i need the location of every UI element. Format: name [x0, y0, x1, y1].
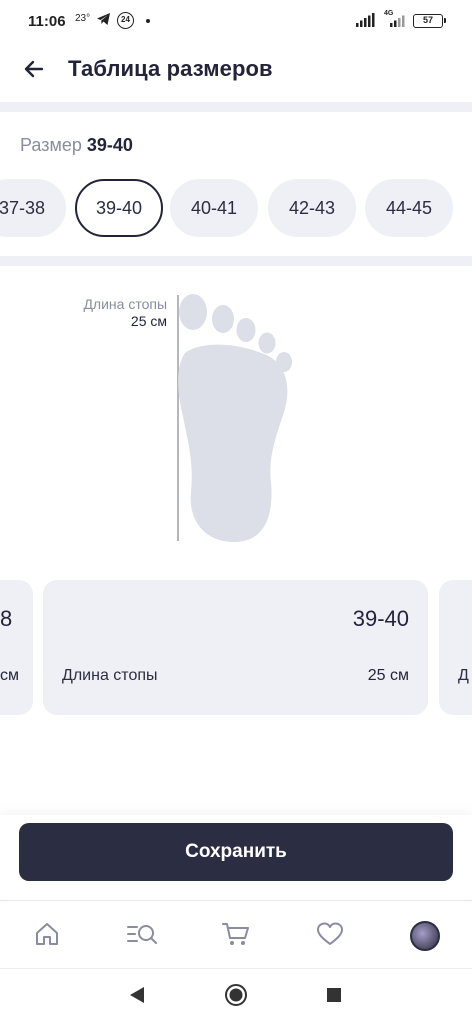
nav-home[interactable] [29, 918, 65, 954]
size-card-current[interactable]: 39-40 Длина стопы 25 см [43, 580, 428, 715]
system-recents-button[interactable] [320, 983, 348, 1011]
back-button[interactable] [18, 55, 50, 87]
size-cards-carousel[interactable]: 8 см 39-40 Длина стопы 25 см Д [0, 580, 472, 716]
home-circle-icon [224, 983, 248, 1012]
size-chip-44-45[interactable]: 44-45 [365, 179, 453, 237]
section-divider [0, 102, 472, 112]
recents-square-icon [326, 987, 342, 1008]
size-chips: 37-38 39-40 40-41 42-43 44-45 [0, 179, 472, 237]
card-size: 39-40 [352, 606, 409, 631]
back-triangle-icon [129, 986, 145, 1009]
system-navigation-bar [0, 968, 472, 1024]
battery-icon: 57 [413, 14, 446, 28]
nav-catalog-search[interactable] [124, 918, 160, 954]
size-chip-40-41[interactable]: 40-41 [170, 179, 258, 237]
avatar [410, 921, 440, 951]
system-back-button[interactable] [123, 983, 151, 1011]
card-param-label: Д [458, 667, 469, 684]
status-temperature: 23° [75, 13, 91, 24]
nav-cart[interactable] [218, 918, 254, 954]
card-size: 8 [0, 606, 13, 631]
nav-favorites[interactable] [312, 918, 348, 954]
selected-size-caption: Размер 39-40 [20, 135, 133, 156]
notification-badge-icon: 24 [117, 12, 134, 29]
foot-param-name: Длина стопы [83, 296, 167, 312]
signal-strength-icon [355, 13, 375, 32]
nav-profile[interactable] [407, 918, 443, 954]
size-caption-value: 39-40 [86, 135, 133, 155]
size-card-prev[interactable]: 8 см [0, 580, 33, 715]
arrow-left-icon [22, 57, 46, 86]
app-header: Таблица размеров [0, 44, 472, 102]
card-param-value: 25 см [367, 667, 409, 684]
cart-icon [221, 920, 251, 953]
bottom-navigation [0, 900, 472, 968]
size-chip-42-43[interactable]: 42-43 [268, 179, 356, 237]
telegram-icon [96, 12, 111, 31]
status-bar: 11:06 23° 24 4G 57 [0, 0, 472, 44]
status-time: 11:06 [28, 13, 66, 30]
card-param-value: см [0, 667, 19, 684]
heart-icon [316, 921, 344, 952]
search-catalog-icon [126, 920, 158, 953]
save-button[interactable]: Сохранить [19, 823, 453, 881]
home-icon [33, 920, 61, 953]
signal-strength-2-icon [384, 13, 406, 32]
card-param-label: Длина стопы [62, 667, 158, 684]
foot-param-value: 25 см [130, 313, 167, 329]
size-caption-label: Размер [20, 135, 82, 155]
size-chip-37-38[interactable]: 37-38 [0, 179, 66, 237]
more-notifications-dot-icon [146, 19, 150, 23]
section-divider [0, 256, 472, 266]
size-chip-39-40[interactable]: 39-40 [75, 179, 163, 237]
size-card-next[interactable]: Д [439, 580, 472, 715]
foot-length-label: Длина стопы 25 см [83, 296, 167, 330]
foot-icon [176, 292, 301, 552]
page-title: Таблица размеров [68, 56, 273, 81]
system-home-button[interactable] [222, 983, 250, 1011]
